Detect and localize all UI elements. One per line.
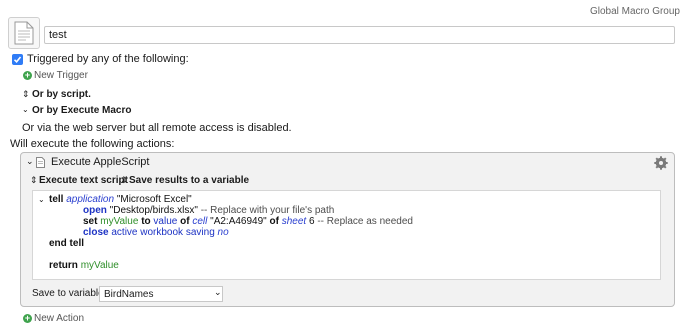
comment: -- Replace as needed	[317, 216, 413, 227]
variable: myValue	[100, 216, 139, 227]
keyword: end tell	[49, 238, 85, 249]
new-action-button[interactable]: New Action	[34, 313, 84, 324]
keyword: of	[269, 216, 279, 227]
collapse-chevron-icon[interactable]: ⌄	[26, 156, 34, 167]
actions-label: Will execute the following actions:	[10, 138, 175, 150]
updown-chevron-icon[interactable]: ⇕	[22, 89, 30, 100]
fold-chevron-icon[interactable]: ⌄	[38, 194, 45, 205]
keyword: application	[66, 194, 115, 205]
macro-icon-well[interactable]	[8, 17, 40, 49]
property: active workbook	[111, 227, 184, 238]
new-trigger-button[interactable]: New Trigger	[34, 70, 88, 81]
property: value	[153, 216, 178, 227]
string: "Microsoft Excel"	[116, 194, 192, 205]
execute-mode-select[interactable]: Execute text script	[39, 175, 128, 186]
action-title: Execute AppleScript	[51, 156, 150, 168]
script-document-icon	[36, 157, 45, 168]
document-icon	[14, 21, 34, 45]
keyword: set	[83, 216, 98, 227]
chevron-down-icon[interactable]: ⌄	[22, 105, 29, 114]
save-mode-select[interactable]: Save results to a variable	[129, 175, 249, 186]
add-icon[interactable]: +	[23, 314, 32, 323]
command: close	[83, 227, 109, 238]
class: cell	[192, 216, 208, 227]
macro-name-field[interactable]: test	[44, 26, 675, 44]
execute-applescript-action[interactable]: ⌄ Execute AppleScript ⇕ Execute text scr…	[20, 152, 675, 307]
updown-chevron-icon[interactable]: ⇕	[120, 175, 128, 186]
add-icon[interactable]: +	[23, 71, 32, 80]
gear-icon[interactable]	[654, 156, 668, 170]
web-server-note: Or via the web server but all remote acc…	[22, 122, 292, 134]
triggered-checkbox[interactable]	[12, 54, 23, 65]
macro-group-name: Global Macro Group	[589, 6, 680, 17]
or-by-script-toggle[interactable]: Or by script.	[32, 89, 91, 100]
save-to-variable-label: Save to variable:	[32, 288, 107, 299]
script-line-2: open "Desktop/birds.xlsx" -- Replace wit…	[83, 205, 334, 216]
or-by-execute-macro-toggle[interactable]: Or by Execute Macro	[32, 105, 131, 116]
parameter: saving	[185, 227, 215, 238]
script-editor[interactable]: ⌄ tell application "Microsoft Excel" ope…	[32, 190, 661, 280]
triggered-label: Triggered by any of the following:	[27, 53, 189, 65]
variable-dropdown-chevron-icon[interactable]: ⌄	[214, 287, 222, 298]
keyword: return	[49, 260, 78, 271]
script-line-1: tell application "Microsoft Excel"	[49, 194, 192, 205]
comment: -- Replace with your file's path	[200, 205, 335, 216]
updown-chevron-icon[interactable]: ⇕	[30, 175, 38, 186]
number: 6	[309, 216, 315, 227]
keyword: tell	[49, 194, 64, 205]
script-line-6: return myValue	[49, 260, 119, 271]
command: open	[83, 205, 107, 216]
keyword: of	[180, 216, 190, 227]
script-line-5: end tell	[49, 238, 84, 249]
script-line-3: set myValue to value of cell "A2:A46949"…	[83, 216, 413, 227]
string: "Desktop/birds.xlsx"	[109, 205, 198, 216]
string: "A2:A46949"	[210, 216, 267, 227]
script-line-4: close active workbook saving no	[83, 227, 229, 238]
constant: no	[217, 227, 229, 238]
variable-name-field[interactable]: BirdNames	[99, 286, 223, 302]
class: sheet	[281, 216, 307, 227]
keyword: to	[141, 216, 151, 227]
checkmark-icon	[13, 56, 22, 63]
variable: myValue	[80, 260, 119, 271]
